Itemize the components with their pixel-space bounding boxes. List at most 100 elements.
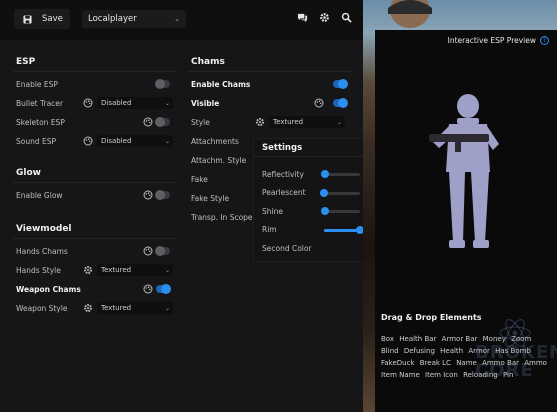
dd-item-blind[interactable]: Blind xyxy=(381,347,399,355)
pearlescent-slider[interactable] xyxy=(320,188,360,197)
config-value: Localplayer xyxy=(88,14,137,24)
gear-icon[interactable] xyxy=(83,265,93,275)
fake-label: Fake xyxy=(191,175,208,184)
shine-slider[interactable] xyxy=(321,207,360,215)
save-button[interactable]: Save xyxy=(14,9,70,29)
viewmodel-title: Viewmodel xyxy=(13,219,176,239)
bullet-tracer-row: Bullet Tracer Disabled ⌄ xyxy=(13,94,176,113)
visible-row[interactable]: Visible xyxy=(188,94,353,113)
save-icon xyxy=(23,14,32,24)
dd-item-health-bar[interactable]: Health Bar xyxy=(399,335,436,343)
palette-icon[interactable] xyxy=(83,98,93,108)
chat-icon[interactable] xyxy=(297,12,308,23)
enable-chams-toggle[interactable] xyxy=(333,79,348,89)
dd-item-item-name[interactable]: Item Name xyxy=(381,371,420,379)
esp-preview-panel: Interactive ESP Preview ? xyxy=(375,30,557,330)
skeleton-esp-toggle[interactable] xyxy=(155,117,170,127)
dd-item-health[interactable]: Health xyxy=(440,347,463,355)
visible-label: Visible xyxy=(191,99,220,108)
preview-area: Interactive ESP Preview ? Drag & Drop El… xyxy=(363,0,557,412)
sound-esp-select[interactable]: Disabled ⌄ xyxy=(97,135,173,147)
skeleton-esp-row[interactable]: Skeleton ESP xyxy=(13,113,176,132)
attachments-label: Attachments xyxy=(191,137,239,146)
palette-icon[interactable] xyxy=(314,98,324,108)
chevron-down-icon: ⌄ xyxy=(164,99,170,107)
hands-style-label: Hands Style xyxy=(16,266,61,275)
dd-item-fakeduck[interactable]: FakeDuck xyxy=(381,359,415,367)
palette-icon[interactable] xyxy=(143,246,153,256)
enable-glow-toggle[interactable] xyxy=(155,190,170,200)
dd-item-box[interactable]: Box xyxy=(381,335,394,343)
style-label: Style xyxy=(191,118,210,127)
gear-icon[interactable] xyxy=(319,12,330,23)
transp-in-scope-label: Transp. In Scope xyxy=(191,213,253,222)
enable-chams-label: Enable Chams xyxy=(191,80,251,89)
dd-item-item-icon[interactable]: Item Icon xyxy=(425,371,458,379)
style-row: Style Textured ⌄ xyxy=(188,113,353,132)
weapon-style-label: Weapon Style xyxy=(16,304,68,313)
enable-glow-row[interactable]: Enable Glow xyxy=(13,186,176,205)
gear-icon[interactable] xyxy=(255,117,265,127)
esp-preview-title: Interactive ESP Preview xyxy=(447,36,536,45)
bullet-tracer-label: Bullet Tracer xyxy=(16,99,63,108)
enable-esp-toggle[interactable] xyxy=(155,79,170,89)
palette-icon[interactable] xyxy=(143,117,153,127)
enable-esp-label: Enable ESP xyxy=(16,80,58,89)
weapon-style-row: Weapon Style Textured ⌄ xyxy=(13,299,176,318)
shine-label: Shine xyxy=(262,206,283,216)
hands-style-row: Hands Style Textured ⌄ xyxy=(13,261,176,280)
chevron-down-icon: ⌄ xyxy=(174,15,180,23)
glow-title: Glow xyxy=(13,163,176,183)
skeleton-esp-label: Skeleton ESP xyxy=(16,118,65,127)
palette-icon[interactable] xyxy=(143,190,153,200)
enable-esp-row[interactable]: Enable ESP xyxy=(13,75,176,94)
second-color-label: Second Color xyxy=(262,243,312,253)
hands-chams-toggle[interactable] xyxy=(155,246,170,256)
chams-title: Chams xyxy=(188,52,353,72)
weapon-style-select[interactable]: Textured ⌄ xyxy=(97,302,173,314)
bullet-tracer-select[interactable]: Disabled ⌄ xyxy=(97,97,173,109)
weapon-chams-toggle[interactable] xyxy=(156,284,171,294)
esp-preview-header: Interactive ESP Preview ? xyxy=(448,36,549,45)
drag-drop-title: Drag & Drop Elements xyxy=(381,313,482,322)
dd-item-break-lc[interactable]: Break LC xyxy=(420,359,451,367)
reflectivity-slider[interactable] xyxy=(320,170,360,178)
style-select[interactable]: Textured ⌄ xyxy=(269,116,345,128)
info-icon[interactable]: ? xyxy=(540,36,549,45)
weapon-style-value: Textured xyxy=(101,304,132,312)
sound-esp-row: Sound ESP Disabled ⌄ xyxy=(13,132,176,151)
style-value: Textured xyxy=(273,118,304,126)
rim-label: Rim xyxy=(262,225,277,235)
watermark-line2: CORE xyxy=(475,360,534,381)
hands-style-select[interactable]: Textured ⌄ xyxy=(97,264,173,276)
config-select[interactable]: Localplayer ⌄ xyxy=(82,10,186,28)
esp-section: ESP Enable ESP Bullet Tracer Disabled ⌄ S… xyxy=(13,52,176,151)
reflectivity-label: Reflectivity xyxy=(262,169,304,179)
player-model-image[interactable] xyxy=(427,92,509,250)
palette-icon[interactable] xyxy=(143,284,153,294)
sound-esp-value: Disabled xyxy=(101,137,132,145)
fake-style-label: Fake Style xyxy=(191,194,230,203)
top-bar: Save Localplayer ⌄ xyxy=(0,0,363,40)
sound-esp-label: Sound ESP xyxy=(16,137,57,146)
rim-slider[interactable] xyxy=(324,225,364,234)
glow-section: Glow Enable Glow xyxy=(13,163,176,205)
hands-chams-row[interactable]: Hands Chams xyxy=(13,242,176,261)
pearlescent-label: Pearlescent xyxy=(262,188,306,198)
hands-style-value: Textured xyxy=(101,266,132,274)
gear-icon[interactable] xyxy=(83,303,93,313)
enable-chams-row[interactable]: Enable Chams xyxy=(188,75,353,94)
chevron-down-icon: ⌄ xyxy=(164,137,170,145)
dd-item-armor-bar[interactable]: Armor Bar xyxy=(442,335,478,343)
palette-icon[interactable] xyxy=(83,136,93,146)
search-icon[interactable] xyxy=(341,12,352,23)
visible-toggle[interactable] xyxy=(333,98,348,108)
weapon-chams-row[interactable]: Weapon Chams xyxy=(13,280,176,299)
enable-glow-label: Enable Glow xyxy=(16,191,63,200)
save-label: Save xyxy=(42,14,63,24)
viewmodel-section: Viewmodel Hands Chams Hands Style Textur… xyxy=(13,219,176,318)
dd-item-defusing[interactable]: Defusing xyxy=(404,347,435,355)
dd-item-name[interactable]: Name xyxy=(456,359,477,367)
agent-head-image xyxy=(388,0,432,28)
attachm-style-label: Attachm. Style xyxy=(191,156,247,165)
